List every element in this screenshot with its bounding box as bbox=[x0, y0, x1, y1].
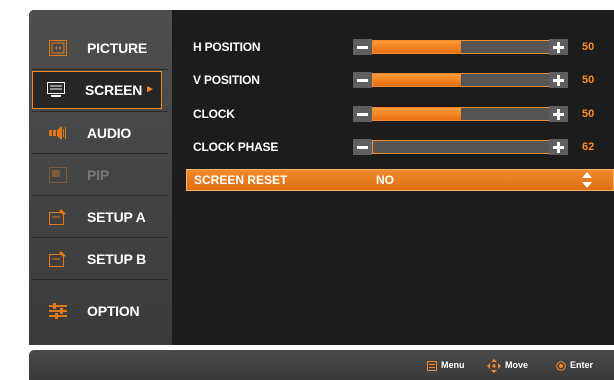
clock-phase-slider[interactable] bbox=[353, 139, 568, 155]
h-position-slider[interactable] bbox=[353, 39, 568, 55]
h-position-row[interactable]: H POSITION 50 bbox=[186, 36, 614, 58]
menu-icon bbox=[427, 360, 437, 371]
slider-track[interactable] bbox=[372, 107, 550, 121]
slider-fill bbox=[373, 108, 461, 120]
move-hint: Move bbox=[487, 350, 528, 380]
sidebar: PICTURE SCREEN ► AUDIO PIP SETUP A SETUP… bbox=[29, 10, 172, 345]
move-icon bbox=[487, 358, 501, 373]
enter-hint: Enter bbox=[556, 350, 593, 380]
sidebar-item-label: AUDIO bbox=[87, 125, 132, 141]
setting-value: 62 bbox=[582, 141, 595, 153]
sidebar-item-label: SCREEN bbox=[85, 82, 143, 98]
v-position-slider[interactable] bbox=[353, 72, 568, 88]
sidebar-item-label: SETUP A bbox=[87, 209, 146, 225]
slider-fill bbox=[373, 74, 461, 86]
slider-fill bbox=[373, 41, 461, 53]
sidebar-item-option[interactable]: OPTION bbox=[32, 292, 168, 330]
setting-value: 50 bbox=[582, 108, 595, 120]
decrease-button[interactable] bbox=[353, 106, 372, 122]
setup-a-icon bbox=[49, 209, 66, 225]
setting-label: CLOCK bbox=[193, 107, 235, 121]
decrease-button[interactable] bbox=[353, 72, 372, 88]
clock-row[interactable]: CLOCK 50 bbox=[186, 103, 614, 125]
increase-button[interactable] bbox=[549, 72, 568, 88]
sidebar-item-label: OPTION bbox=[87, 303, 140, 319]
v-position-row[interactable]: V POSITION 50 bbox=[186, 69, 614, 91]
increase-button[interactable] bbox=[549, 106, 568, 122]
sidebar-item-screen[interactable]: SCREEN ► bbox=[32, 71, 162, 109]
enter-icon bbox=[556, 360, 566, 371]
option-icon bbox=[49, 303, 67, 319]
screen-icon bbox=[47, 82, 65, 97]
setting-label: H POSITION bbox=[193, 40, 261, 54]
footer-bar: Menu Move Enter bbox=[29, 350, 614, 380]
sidebar-item-label: SETUP B bbox=[87, 251, 147, 267]
increase-button[interactable] bbox=[549, 39, 568, 55]
enter-hint-label: Enter bbox=[570, 360, 594, 370]
setting-label: SCREEN RESET bbox=[194, 173, 288, 187]
setting-label: CLOCK PHASE bbox=[193, 140, 279, 154]
move-hint-label: Move bbox=[505, 360, 529, 370]
slider-track[interactable] bbox=[372, 40, 550, 54]
divider bbox=[32, 279, 168, 280]
divider bbox=[32, 237, 168, 238]
slider-track[interactable] bbox=[372, 73, 550, 87]
decrease-button[interactable] bbox=[353, 139, 372, 155]
screen-reset-row[interactable]: SCREEN RESET NO bbox=[186, 169, 614, 191]
up-down-arrows-icon[interactable] bbox=[582, 172, 592, 188]
setting-value: NO bbox=[376, 173, 394, 187]
setting-label: V POSITION bbox=[193, 73, 260, 87]
sidebar-item-pip: PIP bbox=[32, 156, 168, 194]
increase-button[interactable] bbox=[549, 139, 568, 155]
sidebar-item-label: PIP bbox=[87, 167, 109, 183]
sidebar-item-setup-b[interactable]: SETUP B bbox=[32, 240, 168, 278]
clock-phase-row[interactable]: CLOCK PHASE 62 bbox=[186, 136, 614, 158]
sidebar-item-setup-a[interactable]: SETUP A bbox=[32, 198, 168, 236]
setting-value: 50 bbox=[582, 74, 595, 86]
picture-icon bbox=[49, 40, 67, 56]
audio-icon bbox=[49, 126, 66, 140]
sidebar-item-label: PICTURE bbox=[87, 40, 148, 56]
setup-b-icon bbox=[49, 251, 66, 267]
setting-value: 50 bbox=[582, 41, 595, 53]
sidebar-item-audio[interactable]: AUDIO bbox=[32, 114, 168, 152]
pip-icon bbox=[49, 167, 67, 183]
divider bbox=[32, 69, 168, 70]
divider bbox=[32, 111, 168, 112]
menu-hint-label: Menu bbox=[441, 360, 465, 370]
divider bbox=[32, 153, 168, 154]
clock-slider[interactable] bbox=[353, 106, 568, 122]
divider bbox=[32, 195, 168, 196]
submenu-arrow-icon: ► bbox=[145, 84, 155, 95]
decrease-button[interactable] bbox=[353, 39, 372, 55]
slider-track[interactable] bbox=[372, 140, 550, 154]
sidebar-item-picture[interactable]: PICTURE bbox=[32, 29, 168, 67]
menu-hint: Menu bbox=[427, 350, 465, 380]
